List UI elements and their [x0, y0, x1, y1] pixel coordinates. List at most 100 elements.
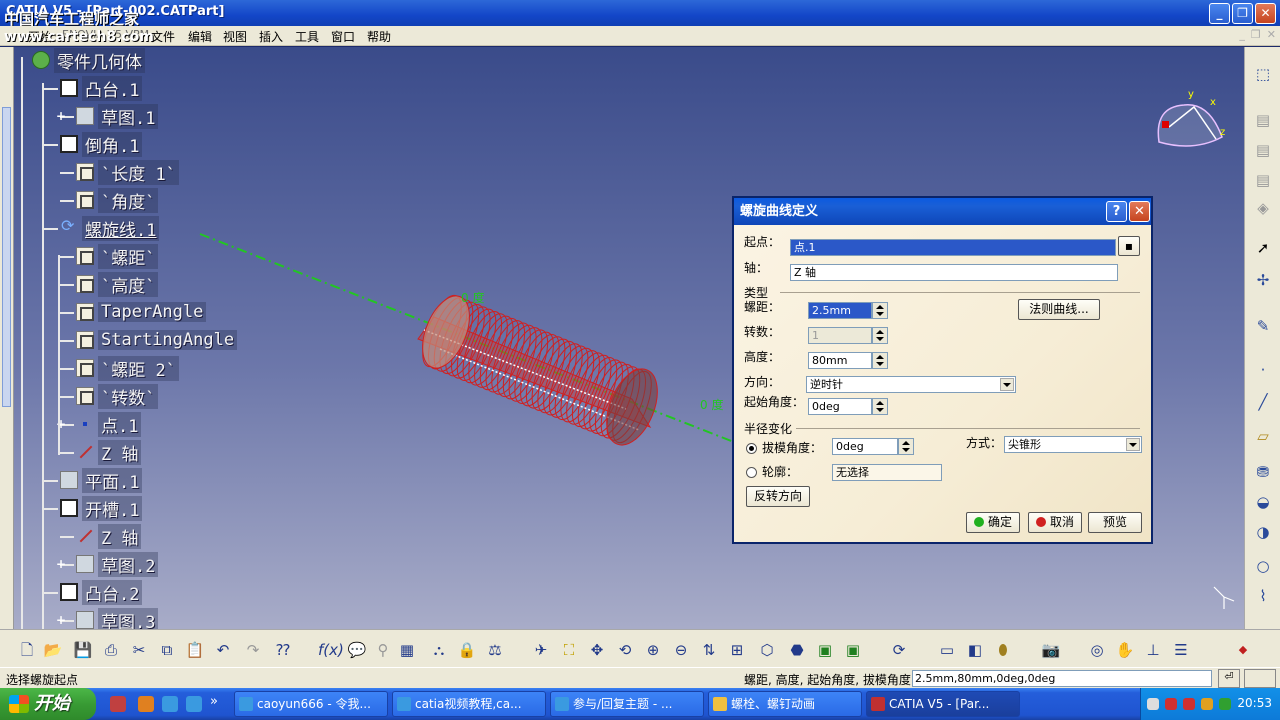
zoom-in-icon[interactable]: ⊕ — [642, 639, 664, 661]
normal-view-icon[interactable]: ⇅ — [698, 639, 720, 661]
way-select[interactable]: 尖锥形 — [1004, 436, 1142, 453]
measure-icon[interactable]: ⚖ — [484, 639, 506, 661]
power-input-field[interactable]: 2.5mm,80mm,0deg,0deg — [912, 670, 1212, 687]
tree-toggle-icon[interactable]: ⛬ — [428, 639, 450, 661]
extrude-tool-icon[interactable]: ⛃ — [1252, 461, 1274, 483]
height-spinner[interactable] — [872, 352, 888, 369]
expand-icon[interactable]: + — [56, 110, 66, 122]
redo-icon[interactable]: ↷ — [242, 639, 264, 661]
start-angle-field[interactable]: 0deg — [808, 398, 872, 415]
tree-node[interactable]: 开槽.1 — [60, 495, 143, 521]
power-input-button[interactable]: ⏎ — [1218, 669, 1240, 688]
apply-material-icon[interactable]: ◧ — [964, 639, 986, 661]
revolve-tool-icon[interactable]: ◒ — [1252, 491, 1274, 513]
tree-node[interactable]: `角度` — [76, 187, 159, 213]
open-folder-icon[interactable]: 📂 — [42, 639, 64, 661]
tree-node[interactable]: 草图.3 — [76, 607, 159, 629]
paste-icon[interactable]: 📋 — [184, 639, 206, 661]
height-field[interactable]: 80mm — [808, 352, 872, 369]
line-tool-icon[interactable]: ╱ — [1252, 391, 1274, 413]
taskbar-button-3[interactable]: 参与/回复主题 - ... — [550, 691, 704, 717]
quicklaunch-icon-2[interactable] — [138, 696, 154, 712]
start-point-pick-button[interactable]: ▪ — [1118, 236, 1140, 256]
axis-field[interactable]: Z 轴 — [790, 264, 1118, 281]
menu-file[interactable]: 文件 — [151, 28, 175, 45]
profile-field[interactable]: 无选择 — [832, 464, 942, 481]
tree-node[interactable]: 螺旋线.1 — [60, 215, 160, 241]
tree-node[interactable]: Z 轴 — [76, 523, 142, 549]
table-icon[interactable]: ▦ — [396, 639, 418, 661]
tree-node[interactable]: `转数` — [76, 383, 159, 409]
multi-view-icon[interactable]: ⊞ — [726, 639, 748, 661]
taper-angle-field[interactable]: 0deg — [832, 438, 898, 455]
snap-icon[interactable]: ✢ — [1252, 269, 1274, 291]
close-icon[interactable]: ✕ — [1255, 3, 1276, 24]
law-button[interactable]: 法则曲线... — [1018, 299, 1100, 320]
fly-mode-icon[interactable]: ✈ — [530, 639, 552, 661]
revolutions-spinner[interactable] — [872, 327, 888, 344]
camera-icon[interactable]: 📷 — [1040, 639, 1062, 661]
restore-icon[interactable]: ❐ — [1232, 3, 1253, 24]
quicklaunch-more-icon[interactable]: » — [210, 694, 218, 709]
hand-icon[interactable]: ✋ — [1114, 639, 1136, 661]
tree-node[interactable]: `螺距` — [76, 243, 159, 269]
tree-node[interactable]: `高度` — [76, 271, 159, 297]
formula-icon[interactable]: f(x) — [318, 639, 344, 661]
menu-tools[interactable]: 工具 — [295, 28, 319, 45]
help-icon[interactable]: ? — [1106, 201, 1127, 222]
sweep-tool-icon[interactable]: ◑ — [1252, 521, 1274, 543]
start-point-field[interactable]: 点.1 — [790, 239, 1116, 256]
cylinder-icon[interactable]: ⬮ — [992, 639, 1014, 661]
undo-icon[interactable]: ↶ — [212, 639, 234, 661]
ie-icon[interactable] — [162, 696, 178, 712]
tray-icon-3[interactable] — [1183, 698, 1195, 710]
ok-button[interactable]: 确定 — [966, 512, 1020, 533]
mdi-restore-icon[interactable]: ❐ — [1251, 28, 1261, 41]
expand-icon[interactable]: + — [56, 558, 66, 570]
menu-help[interactable]: 帮助 — [367, 28, 391, 45]
whats-this-icon[interactable]: ⁇ — [272, 639, 294, 661]
menu-insert[interactable]: 插入 — [259, 28, 283, 45]
tree-root[interactable]: 零件几何体 — [32, 47, 145, 73]
quicklaunch-icon-1[interactable] — [110, 696, 126, 712]
profile-radio[interactable] — [746, 467, 757, 478]
mdi-close-icon[interactable]: ✕ — [1267, 28, 1276, 41]
tree-node[interactable]: TaperAngle — [76, 301, 207, 323]
tree-node[interactable]: 凸台.2 — [60, 579, 143, 605]
tree-node[interactable]: 凸台.1 — [60, 75, 143, 101]
print-icon[interactable]: ⎙ — [100, 639, 122, 661]
reverse-direction-button[interactable]: 反转方向 — [746, 486, 810, 507]
scrollbar-thumb[interactable] — [2, 107, 11, 407]
start-button[interactable]: 开始 — [0, 688, 96, 720]
rotate-icon[interactable]: ⟲ — [614, 639, 636, 661]
taskbar-button-5[interactable]: CATIA V5 - [Par... — [866, 691, 1020, 717]
plane-tool-icon[interactable]: ▱ — [1252, 425, 1274, 447]
tray-icon-2[interactable] — [1165, 698, 1177, 710]
tree-node[interactable]: 草图.2 — [76, 551, 159, 577]
ie-icon-2[interactable] — [186, 696, 202, 712]
save-icon[interactable]: 💾 — [72, 639, 94, 661]
pitch-field[interactable]: 2.5mm — [808, 302, 872, 319]
chevron-down-icon[interactable] — [1126, 438, 1140, 451]
circle-tool-icon[interactable]: ○ — [1252, 555, 1274, 577]
part-design-icon[interactable]: ⬚ — [1252, 63, 1274, 85]
sketcher-icon[interactable]: ✎ — [1252, 315, 1274, 337]
tree-node[interactable]: 点.1 — [76, 411, 142, 437]
tree-node[interactable]: 倒角.1 — [60, 131, 143, 157]
chevron-down-icon[interactable] — [1000, 378, 1014, 391]
minimize-icon[interactable]: _ — [1209, 3, 1230, 24]
link-icon[interactable]: ⚲ — [372, 639, 394, 661]
menu-edit[interactable]: 编辑 — [188, 28, 212, 45]
tray-icon-4[interactable] — [1201, 698, 1213, 710]
pitch-spinner[interactable] — [872, 302, 888, 319]
menu-window[interactable]: 窗口 — [331, 28, 355, 45]
point-tool-icon[interactable]: · — [1252, 359, 1274, 381]
catalog-icon[interactable]: ▭ — [936, 639, 958, 661]
lock-icon[interactable]: 🔒 — [456, 639, 478, 661]
taskbar-button-4[interactable]: 螺栓、螺钉动画 — [708, 691, 862, 717]
dialog-close-icon[interactable]: ✕ — [1129, 201, 1150, 222]
comment-icon[interactable]: 💬 — [346, 639, 368, 661]
axis-system-icon[interactable]: ⊥ — [1142, 639, 1164, 661]
copy-icon[interactable]: ⧉ — [156, 639, 178, 661]
hide-show-icon[interactable]: ▣ — [814, 639, 836, 661]
